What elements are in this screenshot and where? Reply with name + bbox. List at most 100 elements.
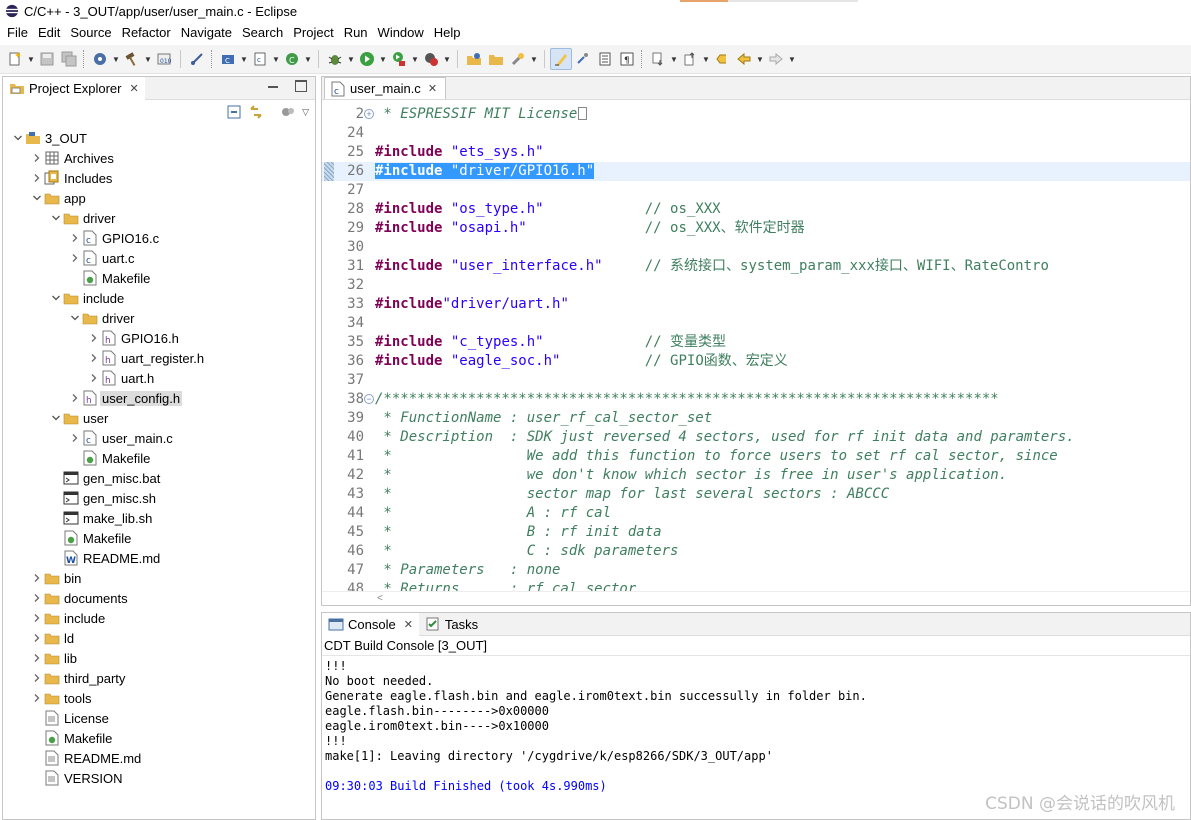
tree-item-readme-md[interactable]: W README.md — [3, 548, 315, 568]
chevron-right-icon[interactable] — [30, 608, 44, 628]
chevron-down-icon[interactable] — [49, 208, 63, 228]
tab-tasks[interactable]: Tasks — [419, 613, 484, 636]
tree-item-gpio16-c[interactable]: c GPIO16.c — [3, 228, 315, 248]
menu-navigate[interactable]: Navigate — [176, 23, 237, 43]
build-dropdown-icon[interactable]: ▼ — [143, 48, 153, 70]
minimize-icon[interactable] — [267, 80, 279, 92]
maximize-icon[interactable] — [295, 80, 307, 92]
tree-item-3-out[interactable]: 3_OUT — [3, 128, 315, 148]
menu-refactor[interactable]: Refactor — [117, 23, 176, 43]
tab-console[interactable]: Console ✕ — [322, 613, 419, 636]
tree-item-include[interactable]: include — [3, 608, 315, 628]
chevron-right-icon[interactable] — [30, 168, 44, 188]
tab-project-explorer[interactable]: Project Explorer ✕ — [3, 77, 145, 100]
filters-icon[interactable] — [280, 104, 296, 120]
highlight-marker-icon[interactable] — [550, 48, 572, 70]
tree-item-make-lib-sh[interactable]: make_lib.sh — [3, 508, 315, 528]
chevron-right-icon[interactable] — [87, 348, 101, 368]
horizontal-scrollbar[interactable]: < — [322, 591, 1190, 605]
menu-file[interactable]: File — [2, 23, 33, 43]
forward-dropdown-icon[interactable]: ▼ — [787, 48, 797, 70]
chevron-right-icon[interactable] — [68, 248, 82, 268]
previous-annotation-icon[interactable] — [679, 48, 701, 70]
new-c-project-icon[interactable]: C — [217, 48, 239, 70]
forward-arrow-icon[interactable] — [765, 48, 787, 70]
chevron-down-icon[interactable] — [49, 288, 63, 308]
profile-dropdown-icon[interactable]: ▼ — [442, 48, 452, 70]
tree-item-uart-c[interactable]: c uart.c — [3, 248, 315, 268]
tree-item-makefile[interactable]: Makefile — [3, 728, 315, 748]
menu-project[interactable]: Project — [288, 23, 338, 43]
console-output[interactable]: !!! No boot needed. Generate eagle.flash.b… — [322, 656, 1190, 794]
tree-item-third-party[interactable]: third_party — [3, 668, 315, 688]
tree-item-makefile[interactable]: Makefile — [3, 528, 315, 548]
chevron-right-icon[interactable] — [30, 148, 44, 168]
tree-item-lib[interactable]: lib — [3, 648, 315, 668]
show-whitespace-icon[interactable]: ¶ — [616, 48, 638, 70]
chevron-right-icon[interactable] — [30, 628, 44, 648]
tree-item-tools[interactable]: tools — [3, 688, 315, 708]
chevron-right-icon[interactable] — [30, 668, 44, 688]
tree-item-readme-md[interactable]: README.md — [3, 748, 315, 768]
run-icon[interactable] — [356, 48, 378, 70]
tree-item-user[interactable]: user — [3, 408, 315, 428]
tree-item-makefile[interactable]: Makefile — [3, 268, 315, 288]
chevron-down-icon[interactable] — [11, 128, 25, 148]
build-all-icon[interactable]: 010 — [153, 48, 175, 70]
toggle-breakpoint-icon[interactable] — [186, 48, 208, 70]
new-source-dropdown-icon[interactable]: ▼ — [271, 48, 281, 70]
debug-dropdown-icon[interactable]: ▼ — [346, 48, 356, 70]
chevron-right-icon[interactable] — [87, 328, 101, 348]
tree-item-user-config-h[interactable]: h user_config.h — [3, 388, 315, 408]
chevron-right-icon[interactable] — [30, 648, 44, 668]
new-c-project-dropdown-icon[interactable]: ▼ — [239, 48, 249, 70]
fold-expand-icon[interactable]: + — [364, 109, 374, 119]
open-type-icon[interactable] — [463, 48, 485, 70]
back-dropdown-icon[interactable]: ▼ — [755, 48, 765, 70]
chevron-down-icon[interactable] — [68, 308, 82, 328]
debug-bug-icon[interactable] — [324, 48, 346, 70]
chevron-down-icon[interactable] — [49, 408, 63, 428]
tree-item-include[interactable]: include — [3, 288, 315, 308]
tree-item-includes[interactable]: Includes — [3, 168, 315, 188]
link-with-editor-icon[interactable] — [248, 104, 264, 120]
folded-block-icon[interactable] — [578, 107, 588, 120]
view-menu-icon[interactable]: ▽ — [302, 107, 309, 118]
new-icon[interactable] — [4, 48, 26, 70]
chevron-right-icon[interactable] — [30, 588, 44, 608]
tree-item-driver[interactable]: driver — [3, 208, 315, 228]
tree-item-uart-register-h[interactable]: h uart_register.h — [3, 348, 315, 368]
new-dropdown-icon[interactable]: ▼ — [26, 48, 36, 70]
chevron-right-icon[interactable] — [68, 388, 82, 408]
tree-item-uart-h[interactable]: h uart.h — [3, 368, 315, 388]
chevron-right-icon[interactable] — [68, 228, 82, 248]
last-edit-location-icon[interactable] — [711, 48, 733, 70]
manage-configurations-icon[interactable] — [89, 48, 111, 70]
collapse-all-icon[interactable] — [226, 104, 242, 120]
next-annotation-dropdown-icon[interactable]: ▼ — [669, 48, 679, 70]
tree-item-license[interactable]: License — [3, 708, 315, 728]
tree-item-gen-misc-sh[interactable]: gen_misc.sh — [3, 488, 315, 508]
scroll-left-icon[interactable]: < — [377, 593, 383, 604]
tree-item-bin[interactable]: bin — [3, 568, 315, 588]
tree-item-documents[interactable]: documents — [3, 588, 315, 608]
save-icon[interactable] — [36, 48, 58, 70]
tree-item-archives[interactable]: Archives — [3, 148, 315, 168]
save-all-icon[interactable] — [58, 48, 80, 70]
tab-user-main-c[interactable]: c user_main.c ✕ — [324, 77, 447, 99]
new-class-icon[interactable]: C — [281, 48, 303, 70]
run-dropdown-icon[interactable]: ▼ — [378, 48, 388, 70]
next-annotation-icon[interactable] — [647, 48, 669, 70]
new-source-folder-icon[interactable]: c — [249, 48, 271, 70]
toggle-mark-occurrences-icon[interactable] — [572, 48, 594, 70]
run-external-tool-icon[interactable] — [388, 48, 410, 70]
profile-icon[interactable] — [420, 48, 442, 70]
menu-help[interactable]: Help — [429, 23, 466, 43]
back-arrow-icon[interactable] — [733, 48, 755, 70]
menu-search[interactable]: Search — [237, 23, 288, 43]
chevron-down-icon[interactable] — [30, 188, 44, 208]
search-flashlight-icon[interactable] — [507, 48, 529, 70]
menu-run[interactable]: Run — [339, 23, 373, 43]
open-folder-icon[interactable] — [485, 48, 507, 70]
close-icon[interactable]: ✕ — [129, 82, 138, 95]
